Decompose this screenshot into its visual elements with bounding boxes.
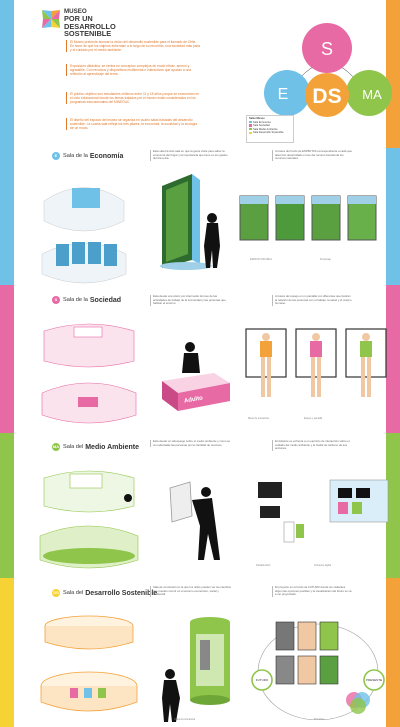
legend-swatch — [249, 131, 252, 134]
section-description-1: Esta sala ha sido sala en que la gente v… — [150, 149, 231, 161]
header: MUSEO POR UN DESARROLLO SOSTENIBLE El Mu… — [14, 0, 392, 143]
left-stripe-blue — [0, 0, 14, 285]
logo-text: MUSEO POR UN DESARROLLO SOSTENIBLE — [64, 8, 116, 38]
economia-caption-1: ESPACIO NATURAL — [250, 258, 273, 261]
venn-label-e: E — [278, 86, 289, 103]
forest-screens-illustration — [239, 195, 377, 241]
right-stripe-blue — [386, 148, 400, 285]
sociedad-room-illustration — [41, 323, 137, 424]
section-medio-ambiente: MA Sala del Medio Ambiente Esta desde un … — [14, 438, 389, 578]
person-touching-screen — [169, 481, 220, 560]
section-badge: DS — [52, 589, 60, 597]
desarrollo-caption-2: Pantallas — [314, 718, 324, 721]
intro-paragraph-1: El Museo pretende acercar la visión del … — [66, 40, 200, 53]
left-stripe-yellow — [0, 578, 14, 727]
section-badge: MA — [52, 443, 60, 451]
poster-page: MUSEO POR UN DESARROLLO SOSTENIBLE El Mu… — [14, 0, 392, 727]
venn-label-ds: DS — [312, 85, 341, 108]
section-title: MA Sala del Medio Ambiente — [52, 443, 140, 451]
intro-paragraph-2: Exposición didáctica, se centra en conce… — [66, 64, 200, 77]
medio-ambiente-caption-2: Ambiente digital — [314, 564, 332, 567]
intro-paragraph-4: El diseño del espacio del museo se organ… — [66, 118, 200, 131]
section-title: E Sala de la Economía — [52, 152, 123, 160]
medio-ambiente-caption-1: Pantalla táctil — [256, 564, 271, 567]
section-economia: E Sala de la Economía Esta sala ha sido s… — [14, 148, 386, 285]
desarrollo-caption-1: Columna interactiva — [174, 718, 196, 721]
economia-room-illustration — [41, 187, 127, 284]
legend-swatch — [249, 124, 252, 127]
medio-ambiente-room-illustration — [39, 470, 139, 569]
legend-swatch — [249, 128, 252, 131]
sociedad-caption-1: Mesa de Interactiva — [248, 417, 269, 420]
body-screens-illustration — [245, 328, 387, 397]
venn-label-ma: MA — [362, 87, 382, 102]
section-description-2: El visitante se enfrenta a un ejercicio … — [272, 439, 353, 451]
forest-panel-illustration — [160, 174, 220, 270]
desarrollo-room-illustration — [40, 615, 138, 712]
futuro-presente-screens: FUTURO PRESENTE — [251, 621, 385, 720]
futuro-label: FUTURO — [256, 678, 269, 682]
right-stripe-orange2 — [386, 578, 400, 727]
body-screen — [345, 328, 387, 397]
section-sociedad: S Sala de la Sociedad Esta desde una visi… — [14, 291, 387, 433]
economia-caption-2: Personaje — [320, 258, 331, 261]
logo-sostenible: SOSTENIBLE — [64, 29, 112, 39]
body-screen — [245, 328, 287, 397]
legend-item: Sala Desarrollo Sostenible — [249, 131, 291, 135]
body-screen — [295, 328, 337, 397]
section-title: S Sala de la Sociedad — [52, 296, 121, 304]
section-description-1: Esta desde una visión por intermedio del… — [150, 294, 231, 306]
section-description-1: Esta desde un videojuego sobre el medio … — [150, 439, 231, 447]
section-description-2: El proyecto es el fondo de FUTURO donde … — [272, 585, 353, 597]
section-description-2: A través del fondo de ESPIRITAS correspo… — [272, 149, 353, 161]
intro-paragraph-3: El público objetivo son estudiantes chil… — [66, 92, 200, 105]
museum-logo-icon — [42, 10, 60, 28]
section-description-1: Sala de conclusión en la que los niños p… — [150, 585, 231, 597]
left-stripe-pink — [0, 285, 14, 433]
section-badge: E — [52, 152, 60, 160]
venn-label-s: S — [321, 39, 333, 59]
section-badge: S — [52, 296, 60, 304]
legend-swatch — [249, 120, 252, 123]
sociedad-caption-2: Espejo y pantalla — [304, 417, 323, 420]
ds-venn-diagram: S E MA DS — [264, 23, 392, 117]
devices-illustration — [258, 479, 389, 543]
section-desarrollo-sostenible: DS Sala del Desarrollo Sostenible Sala de… — [14, 584, 386, 727]
interactive-column-illustration — [162, 617, 230, 722]
rooms-legend: Salas Museo Sala Economía Sala Sociedad … — [246, 115, 294, 143]
presente-label: PRESENTE — [366, 678, 382, 682]
section-description-2: A través del espejo en un pantalla con d… — [272, 294, 353, 306]
left-stripe-green — [0, 433, 14, 578]
section-title: DS Sala del Desarrollo Sostenible — [52, 589, 158, 597]
